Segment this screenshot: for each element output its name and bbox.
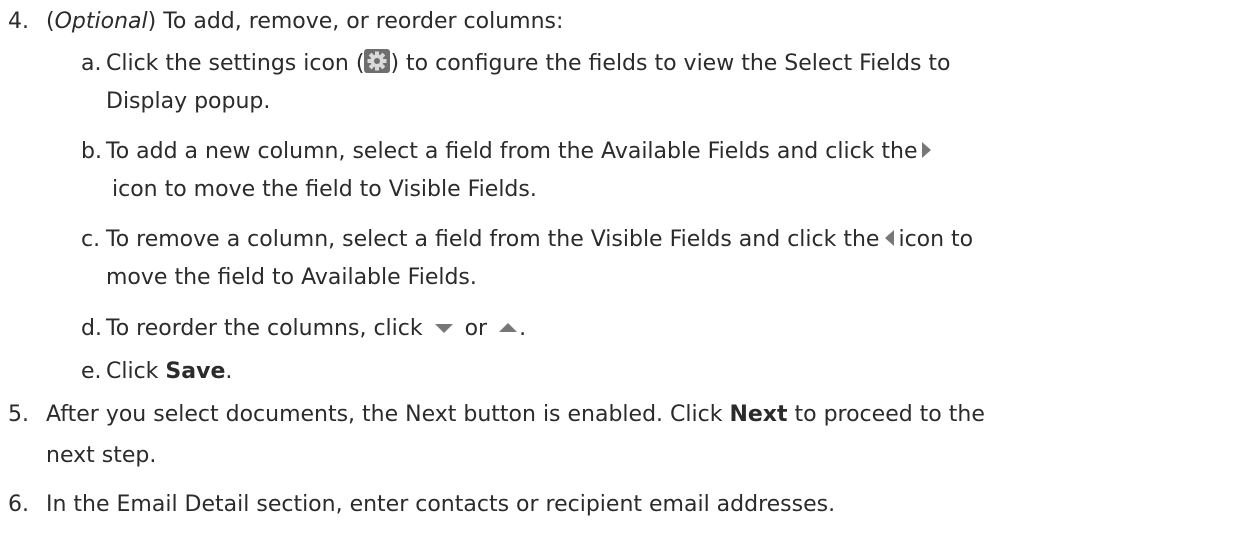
substep-c: c. To remove a column, select a field fr… (81, 225, 974, 255)
substep-letter: c. (81, 227, 101, 252)
step-text: ) To add, remove, or reorder columns: (147, 9, 564, 34)
move-right-arrow-icon (921, 142, 931, 158)
step-4: 4. (Optional) To add, remove, or reorder … (8, 7, 563, 37)
move-left-arrow-icon (885, 230, 895, 246)
step-5-continuation: next step. (46, 443, 157, 468)
substep-letter: b. (81, 139, 102, 164)
substep-d: d. To reorder the columns, click or. (81, 314, 527, 344)
substep-c-continuation: move the field to Available Fields. (106, 265, 477, 290)
step-number: 4. (8, 9, 29, 34)
substep-text: Click the settings icon ( (106, 51, 365, 76)
step-text: In the Email Detail section, enter conta… (46, 492, 836, 517)
substep-e: e. Click Save. (81, 357, 233, 387)
substep-text: To add a new column, select a field from… (106, 139, 918, 164)
step-6: 6. In the Email Detail section, enter con… (8, 490, 835, 520)
step-5: 5. After you select documents, the Next b… (8, 400, 985, 430)
step-number: 5. (8, 402, 29, 427)
substep-b: b. To add a new column, select a field f… (81, 137, 931, 167)
step-text-post: to proceed to the (787, 402, 985, 427)
next-label: Next (729, 402, 788, 427)
substep-text-post: icon to (898, 227, 974, 252)
move-down-arrow-icon (434, 324, 453, 333)
substep-text-post: ) to configure the fields to view the Se… (390, 51, 951, 76)
substep-b-continuation: icon to move the field to Visible Fields… (112, 177, 537, 202)
save-label: Save (165, 359, 226, 384)
substep-letter: a. (81, 51, 102, 76)
optional-label: Optional (54, 9, 148, 34)
substep-text: Click (106, 359, 166, 384)
substep-letter: e. (81, 359, 102, 384)
gear-icon (364, 49, 391, 73)
step-text: After you select documents, the Next but… (46, 402, 730, 427)
step-number: 6. (8, 492, 29, 517)
substep-a-continuation: Display popup. (106, 89, 271, 114)
substep-text: To reorder the columns, click (106, 316, 423, 341)
paren-open: ( (46, 9, 55, 34)
substep-a: a. Click the settings icon ( ) to config… (81, 49, 951, 79)
move-up-arrow-icon (499, 323, 518, 332)
substep-letter: d. (81, 316, 102, 341)
substep-text-post: . (519, 316, 527, 341)
substep-text: To remove a column, select a field from … (106, 227, 880, 252)
substep-text-mid: or (464, 316, 488, 341)
substep-text-post: . (225, 359, 233, 384)
